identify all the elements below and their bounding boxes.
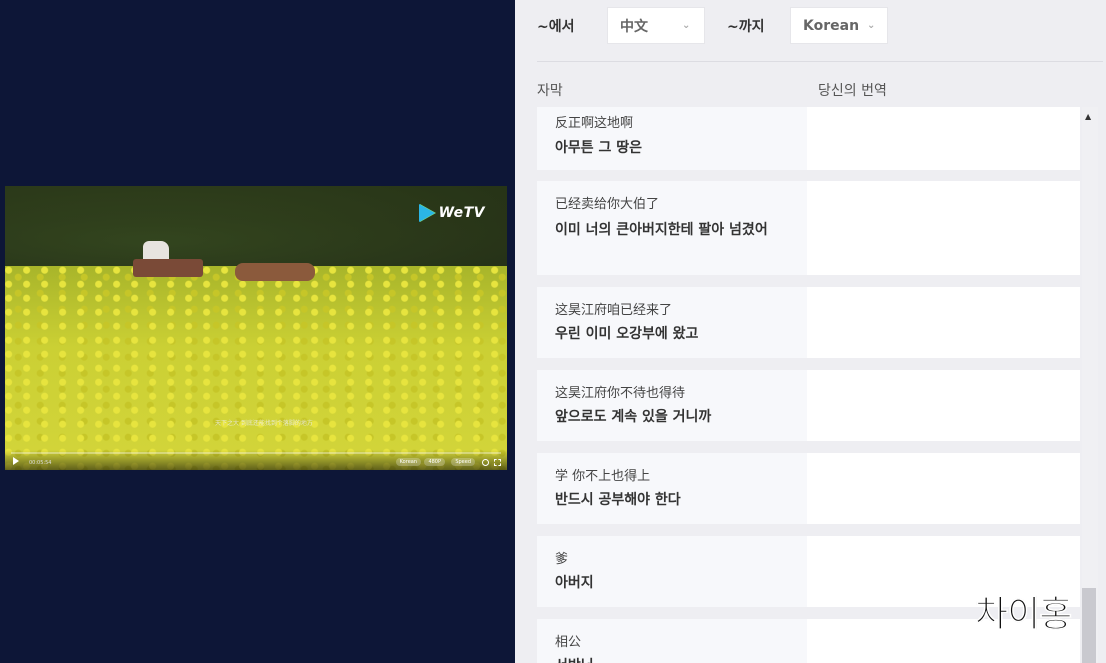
subtitle-row[interactable]: 这昊江府咱已经来了 우린 이미 오강부에 왔고	[537, 287, 1080, 358]
translation-text: 이미 너의 큰아버지한테 팔아 넘겼어	[555, 222, 768, 238]
divider	[537, 61, 1103, 62]
video-pane: WeTV 天下之大 到底还能找到个落脚的地方 00:05:54 Korean 4…	[0, 0, 515, 663]
translation-text: 아버지	[555, 575, 594, 591]
cart-body	[133, 259, 203, 277]
subtitle-row[interactable]: 学 你不上也得上 반드시 공부해야 한다	[537, 453, 1080, 524]
source-text: 学 你不上也得上	[555, 469, 651, 484]
translation-text: 서방님	[555, 655, 800, 663]
column-header-your-translation: 당신의 번역	[818, 83, 887, 99]
progress-bar[interactable]	[11, 452, 501, 454]
wetv-logo: WeTV	[418, 204, 485, 222]
subtitle-language-chip[interactable]: Korean	[395, 458, 421, 466]
source-text: 已经卖给你大伯了	[555, 197, 660, 212]
speed-chip[interactable]: Speed	[451, 458, 475, 466]
language-bar: ~에서 中文 ⌄ ~까지 Korean ⌄	[515, 0, 1106, 60]
ox	[235, 263, 315, 281]
translation-text: 우린 이미 오강부에 왔고	[555, 326, 699, 342]
scrollbar[interactable]	[1082, 107, 1098, 663]
video-player[interactable]: WeTV 天下之大 到底还能找到个落脚的地方 00:05:54 Korean 4…	[5, 186, 507, 470]
from-language-select[interactable]: 中文 ⌄	[607, 7, 705, 44]
translation-text: 앞으로도 계속 있을 거니까	[555, 409, 712, 425]
translation-text: 반드시 공부해야 한다	[555, 492, 681, 508]
video-subtitle: 天下之大 到底还能找到个落脚的地方	[215, 420, 313, 427]
subtitle-row[interactable]: 反正啊这地啊 아무튼 그 땅은	[537, 107, 1080, 170]
to-language-select[interactable]: Korean ⌄	[790, 7, 888, 44]
source-text: 相公	[555, 635, 582, 650]
to-label: ~까지	[727, 19, 765, 35]
settings-icon[interactable]	[482, 459, 489, 466]
source-text: 爹	[555, 552, 569, 567]
scrollbar-thumb[interactable]	[1082, 588, 1096, 663]
chevron-down-icon: ⌄	[867, 20, 876, 31]
translation-pane: ~에서 中文 ⌄ ~까지 Korean ⌄ 자막 당신의 번역 反正啊这地啊 아…	[515, 0, 1106, 663]
fullscreen-icon[interactable]	[494, 459, 501, 466]
subtitle-row[interactable]: 这昊江府你不待也得待 앞으로도 계속 있을 거니까	[537, 370, 1080, 441]
video-flower-field	[5, 266, 507, 470]
wetv-logo-text: WeTV	[438, 205, 485, 221]
play-icon[interactable]	[13, 457, 19, 465]
wetv-play-icon	[418, 204, 435, 222]
subtitle-list: 反正啊这地啊 아무튼 그 땅은 已经卖给你大伯了 이미 너의 큰아버지한테 팔아…	[537, 107, 1093, 663]
from-label: ~에서	[537, 19, 575, 35]
subtitle-row-active[interactable]: 已经卖给你大伯了 이미 너의 큰아버지한테 팔아 넘겼어	[537, 181, 1080, 275]
video-ox-cart	[125, 241, 325, 286]
translation-text: 아무튼 그 땅은	[555, 140, 643, 156]
column-header-subtitle: 자막	[537, 83, 563, 99]
scroll-up-arrow-icon[interactable]: ▲	[1085, 112, 1091, 121]
source-text: 反正啊这地啊	[555, 116, 634, 131]
quality-chip[interactable]: 480P	[424, 458, 445, 466]
watermark: 차이홍	[975, 594, 1073, 636]
source-text: 这昊江府咱已经来了	[555, 303, 673, 318]
chevron-down-icon: ⌄	[682, 20, 691, 31]
to-language-value: Korean	[803, 17, 860, 34]
from-language-value: 中文	[620, 18, 648, 35]
source-text: 这昊江府你不待也得待	[555, 386, 686, 401]
video-controls: 00:05:54 Korean 480P Speed	[5, 450, 507, 470]
time-display: 00:05:54	[29, 460, 52, 466]
